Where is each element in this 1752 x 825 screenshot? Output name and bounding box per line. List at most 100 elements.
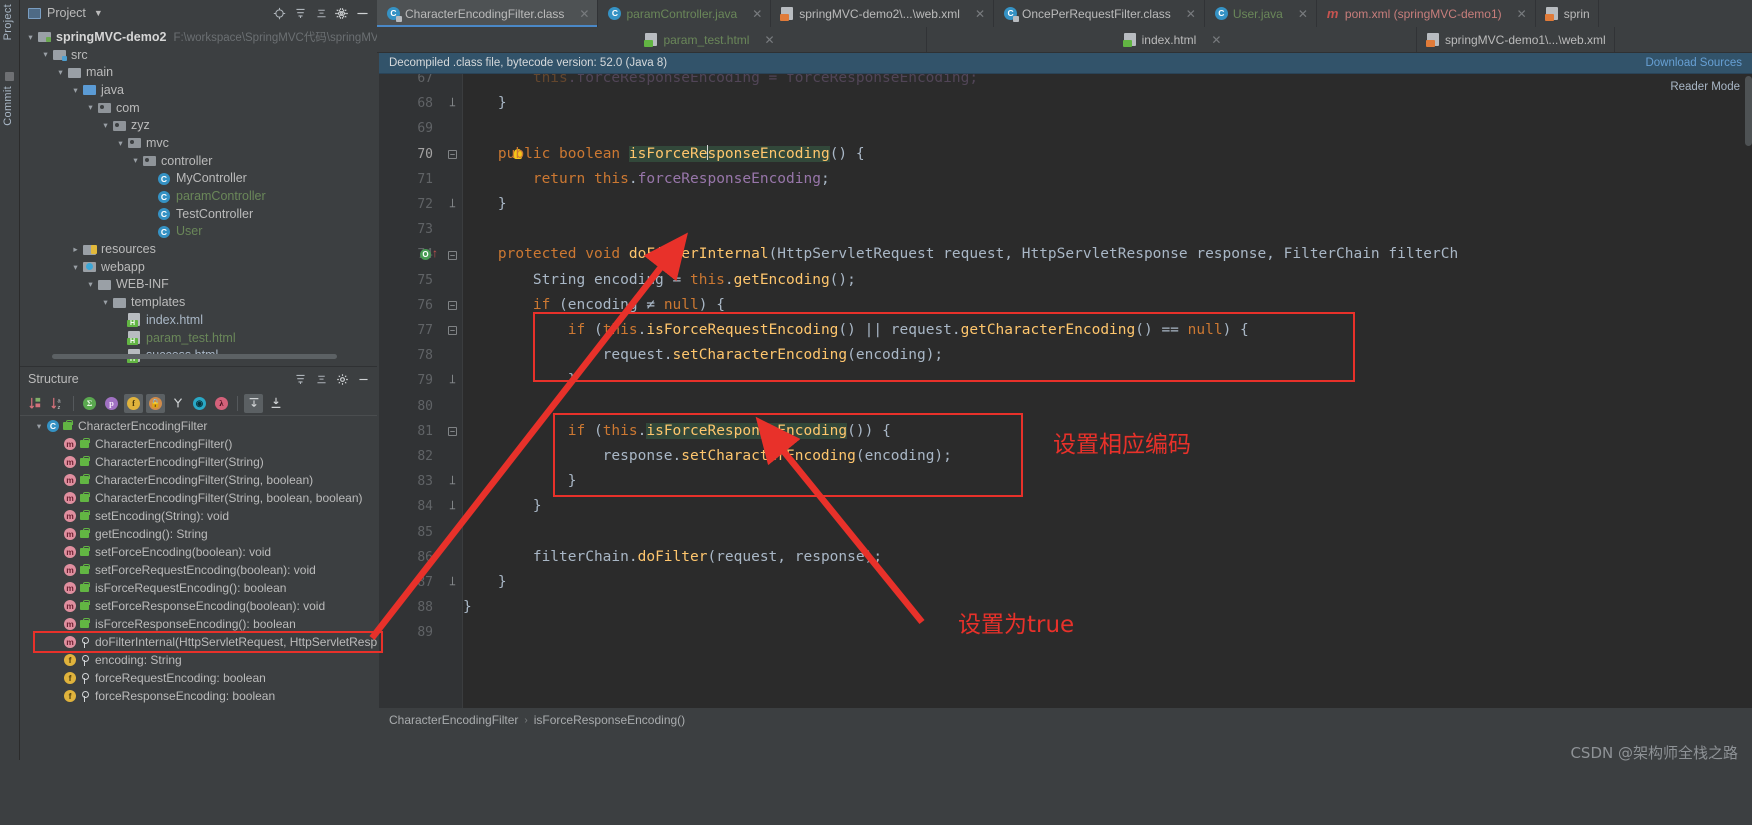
project-tree-item[interactable]: mvc — [20, 134, 377, 152]
editor-fold-column[interactable] — [441, 74, 522, 708]
project-tree-item[interactable]: zyz — [20, 116, 377, 134]
tree-toggle-arrow[interactable] — [84, 103, 97, 112]
fold-end-icon[interactable] — [447, 91, 457, 116]
editor-tab[interactable]: C User.java ✕ — [1205, 0, 1317, 27]
code-line[interactable]: } — [463, 368, 577, 393]
scrollbar-thumb[interactable] — [1745, 76, 1752, 146]
project-tree-item[interactable]: index.html — [20, 311, 377, 329]
collapse-all-icon[interactable] — [311, 369, 331, 389]
sort-by-visibility-icon[interactable] — [26, 394, 45, 413]
project-horizontal-scrollbar[interactable] — [52, 354, 337, 359]
structure-tree-item[interactable]: m setForceEncoding(boolean): void — [20, 543, 377, 561]
fold-start-icon[interactable] — [447, 142, 457, 167]
editor-tab[interactable]: index.html ✕ — [927, 27, 1417, 52]
editor-tab[interactable]: CparamController.java ✕ — [598, 0, 772, 27]
project-tree-item[interactable]: main — [20, 63, 377, 81]
project-tree-item[interactable]: param_test.html — [20, 329, 377, 347]
tree-toggle-arrow[interactable] — [54, 68, 67, 77]
download-sources-link[interactable]: Download Sources — [1645, 57, 1742, 69]
editor-vertical-scrollbar[interactable] — [1743, 74, 1752, 708]
tree-toggle-arrow[interactable] — [69, 245, 82, 254]
project-tree-item[interactable]: resources — [20, 240, 377, 258]
project-tree-item[interactable]: java — [20, 81, 377, 99]
sort-alphabetically-icon[interactable]: az — [48, 394, 67, 413]
expand-all-icon[interactable] — [244, 393, 263, 413]
fold-end-icon[interactable] — [447, 469, 457, 494]
structure-tree-item[interactable]: m doFilterInternal(HttpServletRequest, Ht… — [20, 633, 377, 651]
close-icon[interactable]: ✕ — [1186, 7, 1196, 21]
fold-start-icon[interactable] — [447, 293, 457, 318]
tree-toggle-arrow[interactable] — [39, 50, 52, 59]
rail-button-project[interactable]: Project — [2, 4, 14, 40]
collapse-all-icon[interactable] — [311, 3, 331, 23]
show-fields-icon[interactable]: f — [124, 393, 143, 413]
code-line[interactable]: public boolean isForceResponseEncoding()… — [463, 142, 865, 167]
breadcrumb[interactable]: CharacterEncodingFilter › isForceRespons… — [379, 708, 1752, 732]
editor-tab[interactable]: sprin — [1536, 0, 1599, 27]
structure-tree-item[interactable]: m setEncoding(String): void — [20, 507, 377, 525]
editor-gutter[interactable]: 6768697071727374O↑7576777879808182838485… — [379, 74, 441, 708]
code-line[interactable]: this.forceResponseEncoding = forceRespon… — [463, 74, 978, 91]
editor-tab[interactable]: m pom.xml (springMVC-demo1) ✕ — [1317, 0, 1536, 27]
editor-tabbar-row-1[interactable]: C CharacterEncodingFilter.class ✕ CparamCon… — [377, 0, 1752, 27]
structure-tree-item[interactable]: m isForceResponseEncoding(): boolean — [20, 615, 377, 633]
editor-tab[interactable]: springMVC-demo1\...\web.xml — [1417, 27, 1615, 52]
show-properties-icon[interactable]: p — [102, 394, 121, 413]
tree-toggle-arrow[interactable] — [99, 298, 112, 307]
code-line[interactable]: } — [463, 494, 542, 519]
project-tree-item[interactable]: C User — [20, 223, 377, 241]
project-tree-item[interactable]: CparamController — [20, 187, 377, 205]
structure-tree-item[interactable]: m setForceResponseEncoding(boolean): void — [20, 597, 377, 615]
structure-tree-item[interactable]: m getEncoding(): String — [20, 525, 377, 543]
editor-tab[interactable]: C CharacterEncodingFilter.class ✕ — [377, 0, 599, 27]
project-tree-item[interactable]: templates — [20, 293, 377, 311]
project-tree-item[interactable]: WEB-INF — [20, 276, 377, 294]
structure-tree-item[interactable]: ▾ C CharacterEncodingFilter — [20, 417, 377, 435]
tree-toggle-arrow[interactable] — [69, 86, 82, 95]
project-tree-item[interactable]: springMVC-demo2 F:\workspace\SpringMVC代码\… — [20, 28, 377, 46]
close-icon[interactable]: ✕ — [1517, 7, 1527, 21]
project-tree-item[interactable]: C TestController — [20, 205, 377, 223]
tree-toggle-arrow[interactable] — [84, 280, 97, 289]
structure-tree-item[interactable]: m isForceRequestEncoding(): boolean — [20, 579, 377, 597]
code-line[interactable]: } — [463, 192, 507, 217]
gear-icon[interactable] — [332, 369, 352, 389]
project-tree-item[interactable]: webapp — [20, 258, 377, 276]
code-line[interactable]: } — [463, 91, 507, 116]
code-line[interactable]: request.setCharacterEncoding(encoding); — [463, 343, 943, 368]
breadcrumb-class[interactable]: CharacterEncodingFilter — [389, 713, 518, 727]
minimize-icon[interactable] — [353, 4, 372, 24]
editor-tab[interactable]: springMVC-demo2\...\web.xml ✕ — [771, 0, 995, 27]
tree-toggle-arrow[interactable] — [129, 156, 142, 165]
show-inherited-icon[interactable]: Σ — [80, 394, 99, 413]
structure-tree-item[interactable]: m setForceRequestEncoding(boolean): void — [20, 561, 377, 579]
implementing-method-icon[interactable]: ↑ — [432, 247, 438, 259]
show-non-public-icon[interactable]: 🔒 — [146, 393, 165, 413]
reader-mode-label[interactable]: Reader Mode — [1670, 81, 1740, 93]
structure-tree[interactable]: ▾ C CharacterEncodingFilter m CharacterEncod… — [20, 416, 377, 705]
close-icon[interactable]: ✕ — [1211, 33, 1221, 47]
editor-tab[interactable]: param_test.html ✕ — [492, 27, 927, 52]
expand-all-icon[interactable] — [290, 369, 310, 389]
code-line[interactable]: } — [463, 570, 507, 595]
show-lambdas-icon[interactable]: λ — [212, 394, 231, 413]
show-anonymous-icon[interactable] — [168, 394, 187, 413]
minimize-icon[interactable] — [353, 369, 373, 389]
show-interfaces-icon[interactable]: ◉ — [190, 394, 209, 413]
structure-tree-item[interactable]: m CharacterEncodingFilter() — [20, 435, 377, 453]
tree-toggle-arrow[interactable] — [99, 121, 112, 130]
structure-tree-item[interactable]: m CharacterEncodingFilter(String, boolean… — [20, 471, 377, 489]
rail-button-commit[interactable]: Commit — [2, 86, 14, 126]
structure-tree-item[interactable]: m CharacterEncodingFilter(String, boolean… — [20, 489, 377, 507]
gear-icon[interactable] — [331, 4, 350, 24]
code-line[interactable]: response.setCharacterEncoding(encoding); — [463, 444, 952, 469]
project-tree-item[interactable]: src — [20, 46, 377, 64]
structure-tree-item[interactable]: m CharacterEncodingFilter(String) — [20, 453, 377, 471]
editor-tab[interactable]: C OncePerRequestFilter.class ✕ — [994, 0, 1205, 27]
breadcrumb-member[interactable]: isForceResponseEncoding() — [534, 713, 685, 727]
fold-start-icon[interactable] — [447, 318, 457, 343]
fold-end-icon[interactable] — [447, 570, 457, 595]
code-line[interactable]: if (encoding ≠ null) { — [463, 293, 725, 318]
tree-toggle-arrow[interactable] — [69, 263, 82, 272]
tree-toggle-arrow[interactable] — [24, 33, 37, 42]
